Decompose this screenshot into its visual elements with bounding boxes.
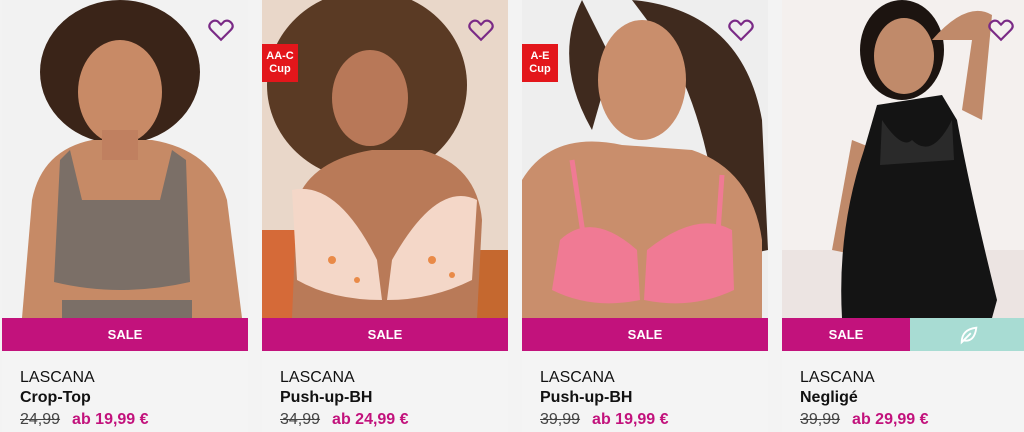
heart-icon[interactable] [728,18,754,42]
old-price: 39,99 [800,411,841,428]
sale-label: SALE [2,318,248,351]
new-price: ab 19,99 € [72,411,149,428]
product-card[interactable]: A-E Cup SALE LASCANA Push-up-BH 39,99 ab … [522,0,768,432]
product-image[interactable] [262,0,508,318]
sustainability-badge [910,318,1024,351]
leaf-icon [960,326,978,345]
product-image[interactable] [782,0,1024,318]
new-price: ab 29,99 € [852,411,929,428]
heart-icon[interactable] [988,18,1014,42]
new-price: ab 19,99 € [592,411,669,428]
product-name[interactable]: Crop-Top [20,389,91,407]
product-prices: 39,99 ab 19,99 € [540,411,669,429]
product-card[interactable]: AA-C Cup SALE LASCANA Push-up-BH 34,99 ab… [262,0,508,432]
sale-label: SALE [782,318,910,351]
old-price: 34,99 [280,411,321,428]
product-card[interactable]: SALE LASCANA Crop-Top 24,99 ab 19,99 € [2,0,248,432]
product-grid: SALE LASCANA Crop-Top 24,99 ab 19,99 € A… [0,0,1024,432]
heart-icon[interactable] [208,18,234,42]
old-price: 39,99 [540,411,581,428]
product-brand: LASCANA [20,369,95,386]
product-name[interactable]: Push-up-BH [280,389,372,407]
heart-icon[interactable] [468,18,494,42]
product-brand: LASCANA [540,369,615,386]
product-card[interactable]: SALE LASCANA Negligé 39,99 ab 29,99 € [782,0,1024,432]
product-brand: LASCANA [280,369,355,386]
new-price: ab 24,99 € [332,411,409,428]
old-price: 24,99 [20,411,61,428]
product-prices: 39,99 ab 29,99 € [800,411,929,429]
product-name[interactable]: Negligé [800,389,858,407]
cup-size-badge: A-E Cup [522,44,558,82]
product-image[interactable] [522,0,768,318]
product-image[interactable] [2,0,248,318]
sale-label: SALE [262,318,508,351]
product-name[interactable]: Push-up-BH [540,389,632,407]
cup-size-badge: AA-C Cup [262,44,298,82]
product-prices: 34,99 ab 24,99 € [280,411,409,429]
sale-label: SALE [522,318,768,351]
product-prices: 24,99 ab 19,99 € [20,411,149,429]
product-brand: LASCANA [800,369,875,386]
